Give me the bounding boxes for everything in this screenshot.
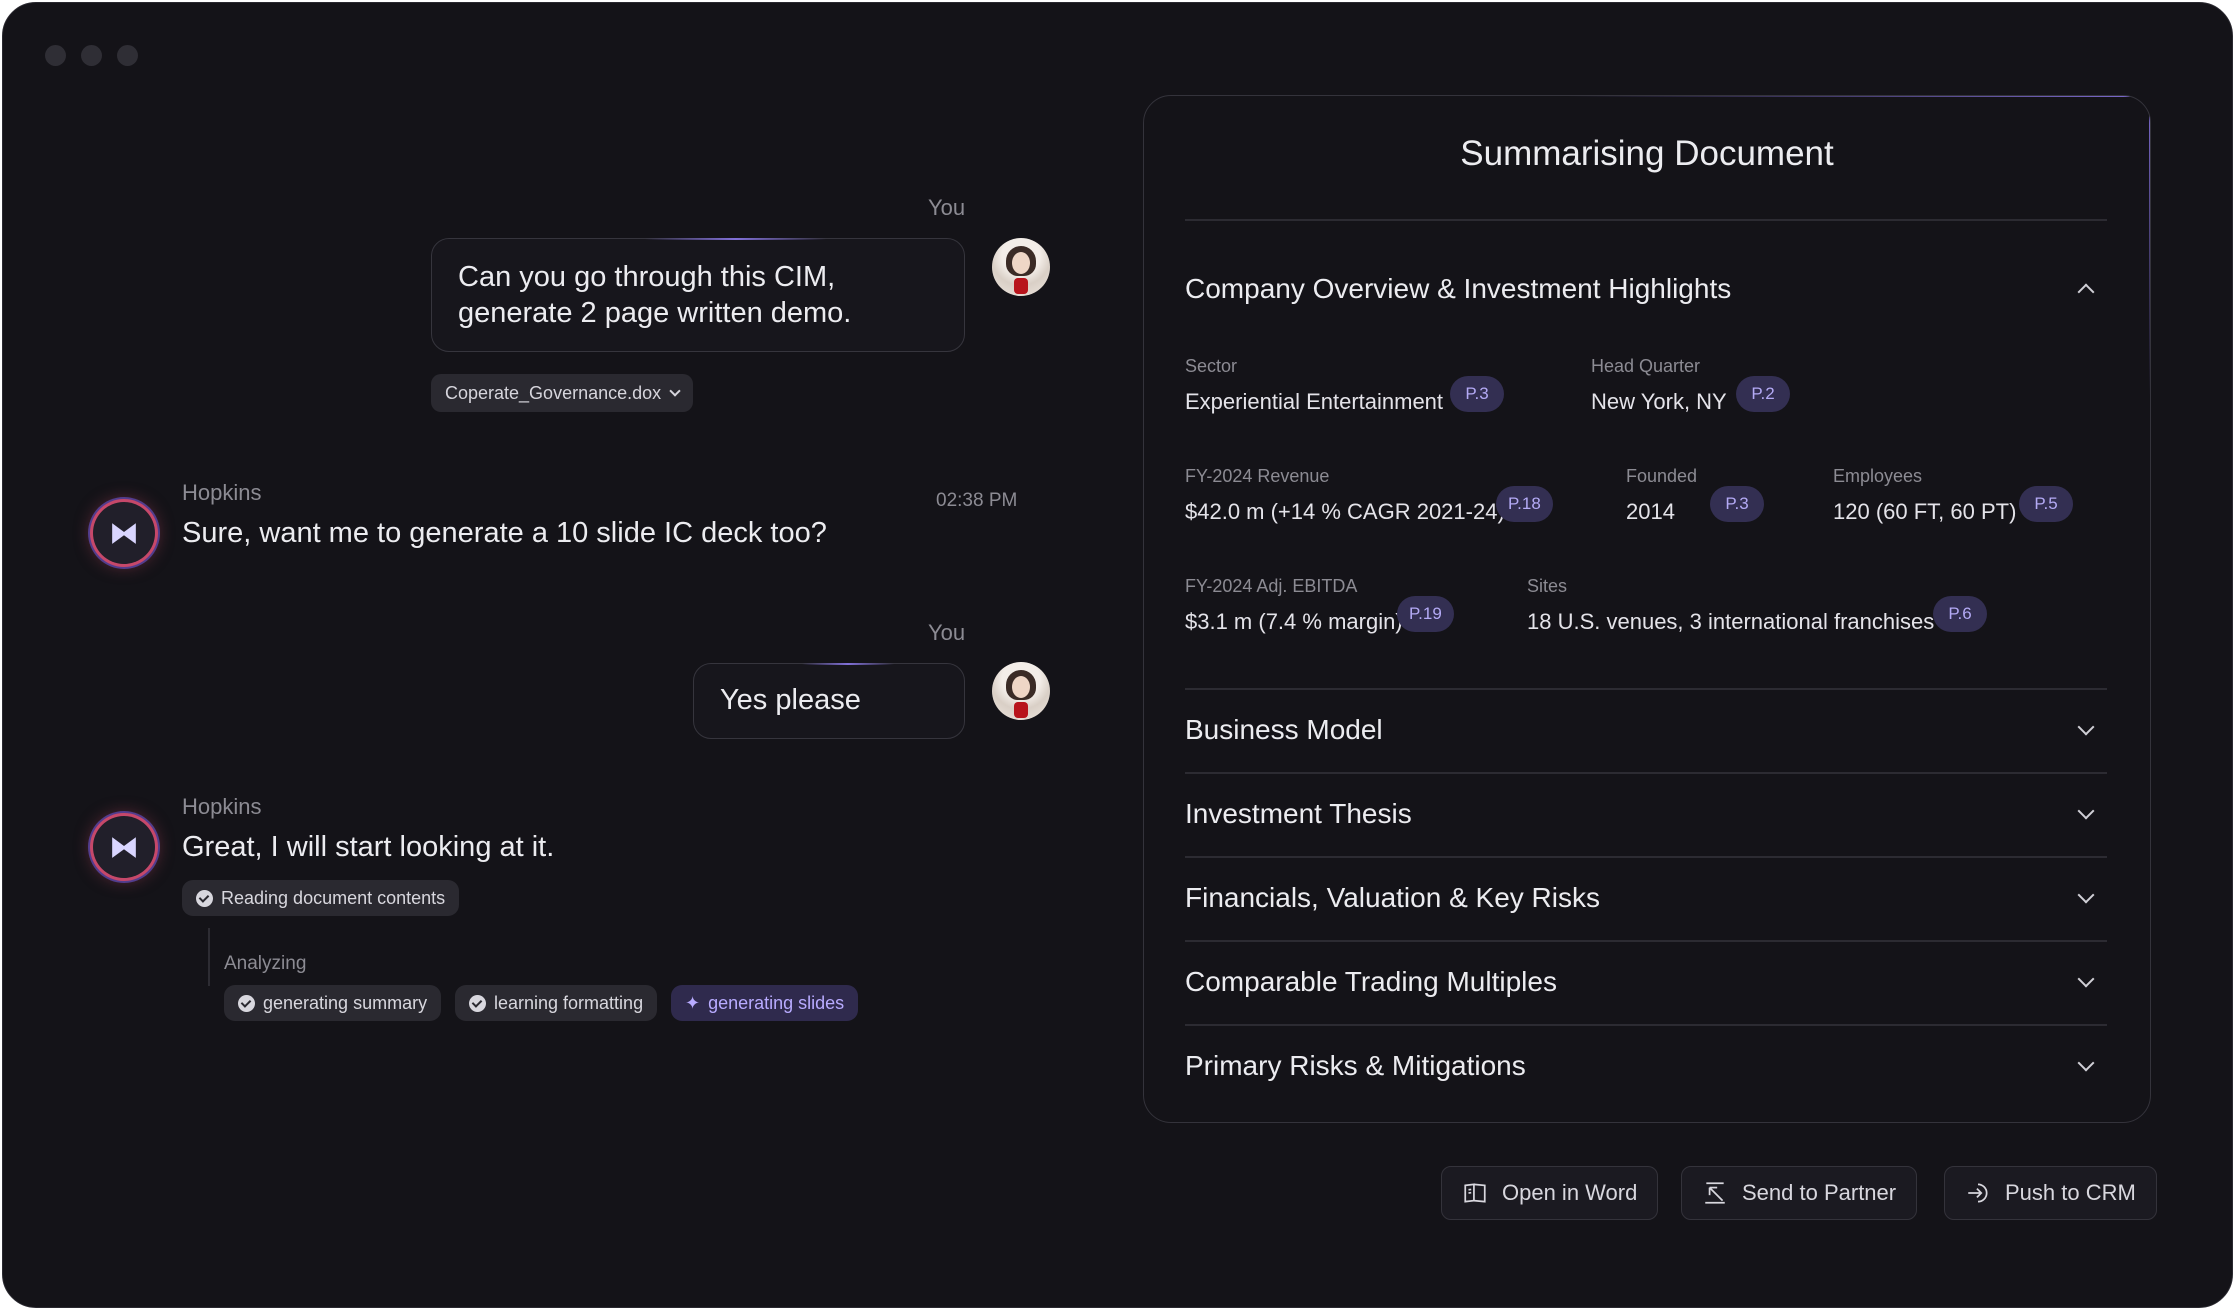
user-avatar — [992, 662, 1050, 720]
divider — [1185, 856, 2107, 858]
attachment-filename: Coperate_Governance.dox — [445, 382, 662, 403]
section-title: Business Model — [1185, 714, 1383, 745]
chevron-down-icon — [2077, 802, 2095, 820]
analyzing-label: Analyzing — [224, 953, 307, 974]
page-reference-badge[interactable]: P.2 — [1736, 376, 1790, 412]
field-founded: Founded 2014 — [1626, 466, 1697, 525]
send-to-partner-button[interactable]: Send to Partner — [1681, 1166, 1918, 1220]
check-circle-icon — [238, 994, 255, 1012]
field-label: Sites — [1527, 576, 1568, 596]
hopkins-logo-icon: ⧓ — [109, 515, 139, 551]
field-label: Founded — [1626, 466, 1698, 486]
field-value: New York, NY — [1591, 389, 1727, 414]
summary-panel: Summarising Document Company Overview & … — [1143, 95, 2151, 1123]
section-title: Investment Thesis — [1185, 798, 1412, 829]
field-head-quarter: Head Quarter New York, NY — [1591, 356, 1727, 415]
hopkins-avatar: ⧓ — [93, 816, 155, 878]
field-value: $3.1 m (7.4 % margin) — [1185, 609, 1403, 634]
assistant-message-text: Great, I will start looking at it. — [182, 831, 555, 863]
app-window: You Can you go through this CIM, generat… — [2, 2, 2233, 1308]
reading-status-chip: Reading document contents — [182, 880, 460, 916]
chevron-up-icon — [2077, 283, 2095, 301]
message-text: Can you go through this CIM, — [458, 261, 836, 293]
chevron-down-icon — [2077, 886, 2095, 904]
assistant-message-text: Sure, want me to generate a 10 slide IC … — [182, 517, 827, 549]
task-chip-summary: generating summary — [224, 985, 442, 1021]
section-title: Company Overview & Investment Highlights — [1185, 273, 1732, 304]
user-message-bubble: Yes please — [693, 662, 965, 739]
chevron-down-icon — [669, 384, 681, 397]
button-label: Push to CRM — [2005, 1180, 2136, 1205]
hopkins-logo-icon: ⧓ — [109, 829, 139, 865]
field-revenue: FY-2024 Revenue $42.0 m (+14 % CAGR 2021… — [1185, 466, 1505, 525]
field-employees: Employees 120 (60 FT, 60 PT) — [1833, 466, 2016, 525]
message-text: generate 2 page written demo. — [458, 297, 852, 329]
attachment-chip[interactable]: Coperate_Governance.dox — [431, 374, 694, 412]
hopkins-avatar: ⧓ — [93, 502, 155, 564]
field-label: FY-2024 Revenue — [1185, 466, 1330, 486]
divider — [1185, 772, 2107, 774]
field-value: 18 U.S. venues, 3 international franchis… — [1527, 609, 1935, 634]
field-value: $42.0 m (+14 % CAGR 2021-24) — [1185, 499, 1505, 524]
sender-label: You — [928, 620, 966, 645]
divider — [1185, 688, 2107, 690]
window-controls — [45, 45, 138, 66]
sparkle-icon: ✦ — [685, 992, 701, 1013]
task-label: learning formatting — [494, 992, 644, 1013]
chevron-down-icon — [2077, 1054, 2095, 1072]
divider — [1185, 940, 2107, 942]
chevron-down-icon — [2077, 970, 2095, 988]
page-reference-badge[interactable]: P.5 — [2019, 486, 2073, 522]
button-label: Send to Partner — [1742, 1180, 1897, 1205]
field-sites: Sites 18 U.S. venues, 3 international fr… — [1527, 576, 1934, 635]
open-in-word-button[interactable]: Open in Word — [1441, 1166, 1659, 1220]
page-reference-badge[interactable]: P.18 — [1496, 486, 1553, 522]
send-arrow-icon — [1705, 1182, 1725, 1204]
message-timestamp: 02:38 PM — [936, 490, 1018, 511]
sender-label: Hopkins — [182, 794, 262, 819]
page-reference-badge[interactable]: P.3 — [1710, 486, 1764, 522]
task-chip-formatting: learning formatting — [455, 985, 658, 1021]
login-arrow-icon — [1968, 1183, 1988, 1203]
user-message-bubble: Can you go through this CIM, generate 2 … — [431, 237, 965, 352]
button-label: Open in Word — [1502, 1180, 1638, 1205]
field-value: 2014 — [1626, 499, 1675, 524]
field-label: Sector — [1185, 356, 1238, 376]
task-label: generating slides — [708, 992, 845, 1013]
sender-label: Hopkins — [182, 480, 262, 505]
divider — [1185, 219, 2107, 221]
field-label: Employees — [1833, 466, 1923, 486]
task-chip-slides: ✦ generating slides — [671, 985, 859, 1021]
field-value: 120 (60 FT, 60 PT) — [1833, 499, 2017, 524]
user-avatar — [992, 238, 1050, 296]
status-label: Reading document contents — [221, 887, 446, 908]
task-label: generating summary — [263, 992, 428, 1013]
page-reference-badge[interactable]: P.3 — [1450, 376, 1504, 412]
push-to-crm-button[interactable]: Push to CRM — [1944, 1166, 2157, 1220]
minimize-window-button[interactable] — [81, 45, 102, 66]
sender-label: You — [928, 195, 966, 220]
field-label: Head Quarter — [1591, 356, 1701, 376]
divider — [1185, 1024, 2107, 1026]
section-title: Financials, Valuation & Key Risks — [1185, 882, 1600, 913]
progress-tree-line — [208, 928, 210, 986]
book-icon — [1464, 1183, 1486, 1203]
chevron-down-icon — [2077, 718, 2095, 736]
check-circle-icon — [196, 889, 213, 907]
maximize-window-button[interactable] — [117, 45, 138, 66]
page-reference-badge[interactable]: P.19 — [1397, 596, 1454, 632]
message-text: Yes please — [720, 684, 861, 716]
close-window-button[interactable] — [45, 45, 66, 66]
section-title: Primary Risks & Mitigations — [1185, 1050, 1526, 1081]
field-label: FY-2024 Adj. EBITDA — [1185, 576, 1358, 596]
field-sector: Sector Experiential Entertainment — [1185, 356, 1443, 415]
check-circle-icon — [469, 994, 486, 1012]
field-value: Experiential Entertainment — [1185, 389, 1444, 414]
panel-title: Summarising Document — [1460, 134, 1834, 173]
section-title: Comparable Trading Multiples — [1185, 966, 1557, 997]
field-ebitda: FY-2024 Adj. EBITDA $3.1 m (7.4 % margin… — [1185, 576, 1403, 635]
page-reference-badge[interactable]: P.6 — [1933, 596, 1987, 632]
